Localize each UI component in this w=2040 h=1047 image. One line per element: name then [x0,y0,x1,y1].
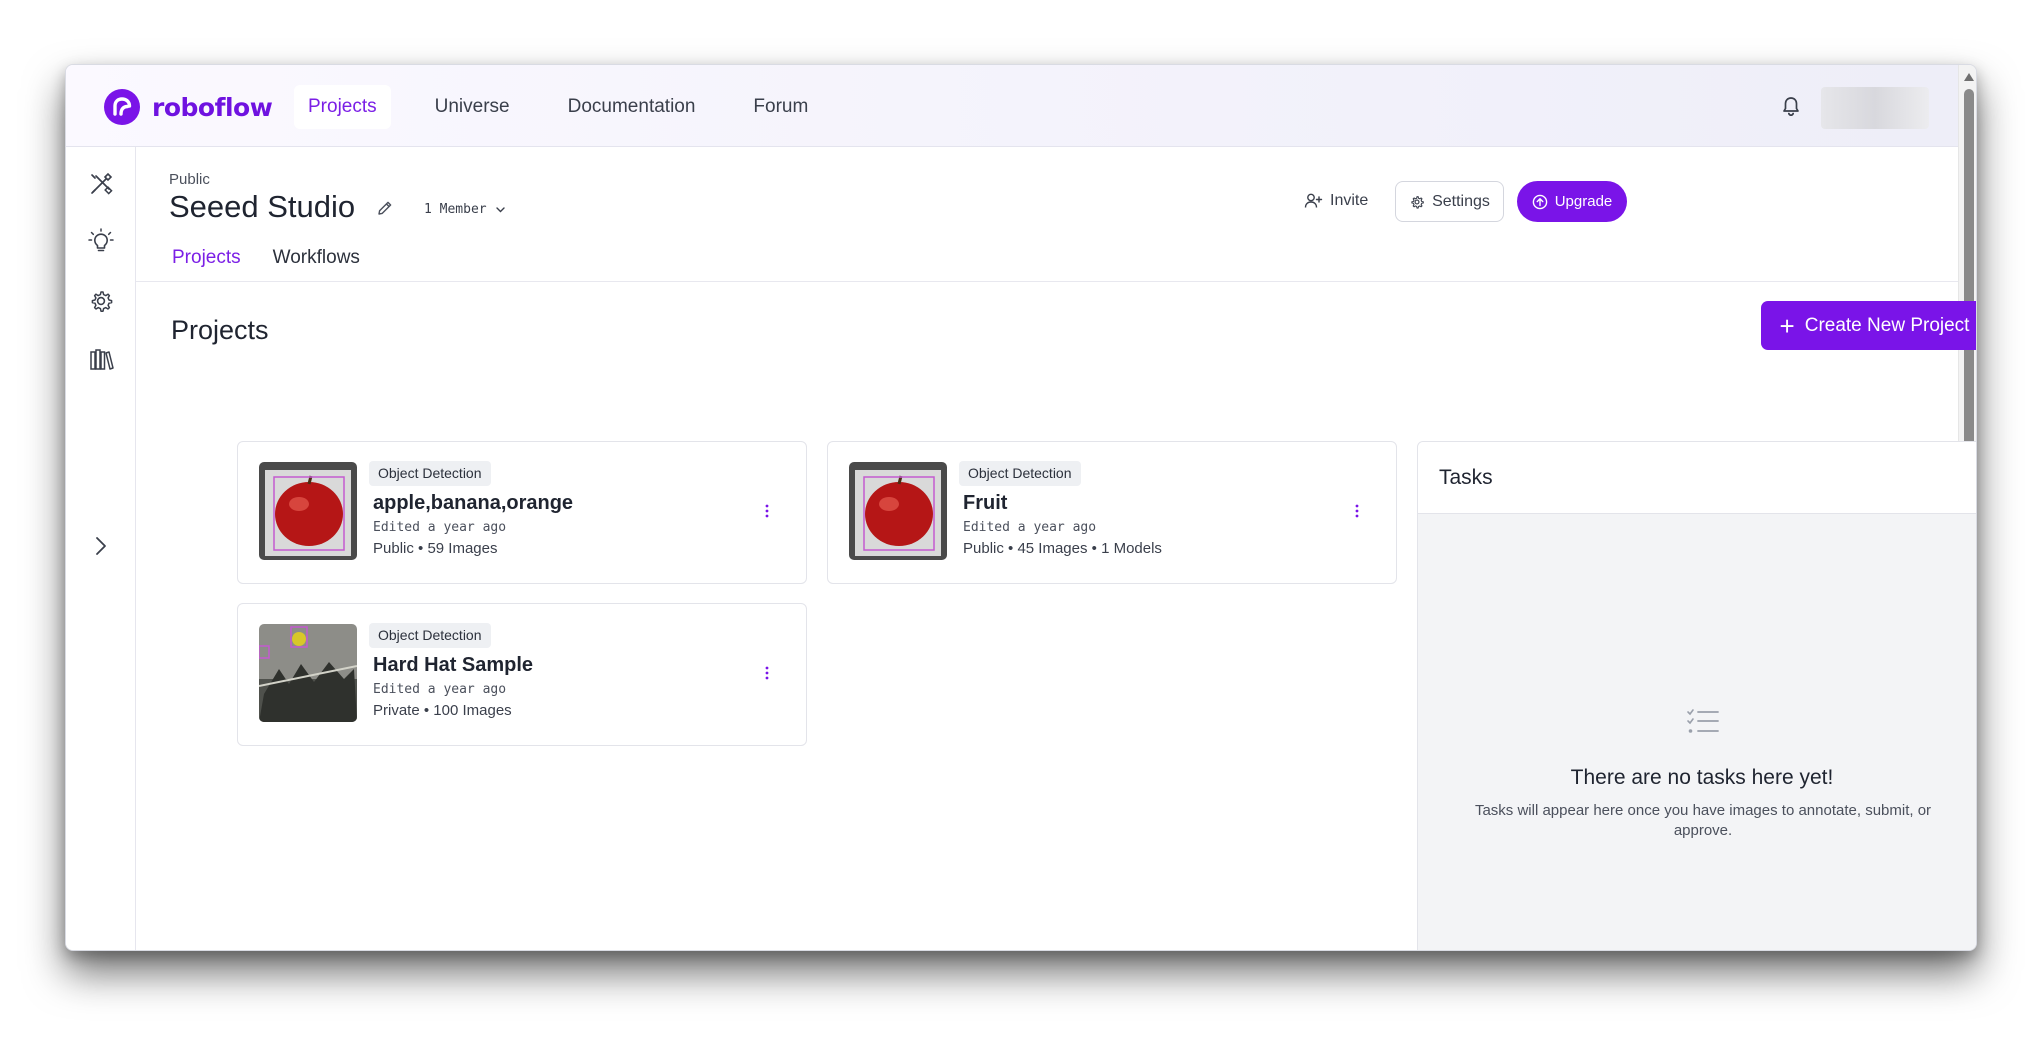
invite-button[interactable]: Invite [1291,181,1380,221]
checklist-icon [1687,709,1719,733]
gear-icon[interactable] [86,286,116,316]
member-dropdown[interactable]: 1 Member [424,202,506,217]
apple-thumbnail-image [259,462,357,560]
tools-icon[interactable] [86,169,116,199]
project-name: Fruit [963,492,1008,514]
project-meta: Public • 45 Images • 1 Models [963,540,1162,557]
browser-window: roboflow Projects Universe Documentation… [65,64,1977,951]
tasks-empty-title: There are no tasks here yet! [1570,766,1834,789]
main-nav: Projects Universe Documentation Forum [294,85,852,129]
project-name: Hard Hat Sample [373,654,534,676]
roboflow-logo-icon [104,89,140,125]
project-type-badge: Object Detection [369,461,491,486]
nav-forum[interactable]: Forum [739,85,822,129]
settings-button[interactable]: Settings [1395,181,1504,222]
more-options-icon[interactable] [1352,502,1362,520]
tasks-header: Tasks [1418,442,1976,514]
bell-icon[interactable] [1776,91,1806,121]
left-sidebar [66,147,136,950]
hard-hat-thumbnail-image [259,624,357,722]
nav-projects[interactable]: Projects [294,85,391,129]
roboflow-logo[interactable]: roboflow [104,89,273,125]
user-avatar[interactable] [1821,87,1929,129]
more-options-icon[interactable] [762,664,772,682]
more-options-icon[interactable] [762,502,772,520]
workspace-tabs: Projects Workflows [172,243,392,273]
workspace-visibility: Public [169,171,210,188]
projects-heading: Projects [171,315,269,345]
main-content: Public Seeed Studio 1 Member Invite Sett… [136,147,1976,950]
project-name: apple,banana,orange [373,492,574,514]
fruit-thumbnail-image [849,462,947,560]
plus-icon: + [1779,310,1795,341]
scroll-up-arrow[interactable] [1964,73,1974,81]
tasks-title: Tasks [1439,466,1493,489]
project-edited: Edited a year ago [373,520,507,535]
project-meta: Private • 100 Images [373,702,512,719]
project-meta: Public • 59 Images [373,540,498,557]
project-card-fruit[interactable]: Object Detection Fruit Edited a year ago… [827,441,1397,584]
upgrade-button[interactable]: Upgrade [1517,181,1627,222]
chevron-down-icon [495,207,505,213]
invite-label: Invite [1330,192,1369,209]
top-navigation: roboflow Projects Universe Documentation… [66,65,1958,147]
project-edited: Edited a year ago [963,520,1097,535]
create-project-button[interactable]: + Create New Project [1761,301,1976,350]
tab-projects[interactable]: Projects [172,243,241,273]
pencil-icon[interactable] [376,199,394,217]
member-count: 1 Member [424,202,487,217]
project-edited: Edited a year ago [373,682,507,697]
tabs-divider [136,281,1958,282]
tab-workflows[interactable]: Workflows [273,243,360,273]
workspace-title: Seeed Studio [169,189,356,224]
settings-label: Settings [1432,192,1490,210]
project-card-apple-banana-orange[interactable]: Object Detection apple,banana,orange Edi… [237,441,807,584]
create-project-label: Create New Project [1804,314,1970,336]
project-type-badge: Object Detection [959,461,1081,486]
upgrade-label: Upgrade [1554,193,1613,210]
add-user-icon [1304,193,1323,208]
nav-documentation[interactable]: Documentation [554,85,710,129]
tasks-panel: Tasks There are no tasks here yet! Tasks… [1417,441,1976,950]
library-icon[interactable] [86,345,116,375]
tasks-empty-description: Tasks will appear here once you have ima… [1474,802,1932,839]
nav-universe[interactable]: Universe [421,85,524,129]
lightbulb-icon[interactable] [86,227,116,257]
brand-name: roboflow [152,92,273,122]
gear-icon [1411,195,1424,209]
chevron-right-icon[interactable] [88,533,114,559]
project-card-hard-hat-sample[interactable]: Object Detection Hard Hat Sample Edited … [237,603,807,746]
project-type-badge: Object Detection [369,623,491,648]
upload-icon [1532,194,1548,209]
